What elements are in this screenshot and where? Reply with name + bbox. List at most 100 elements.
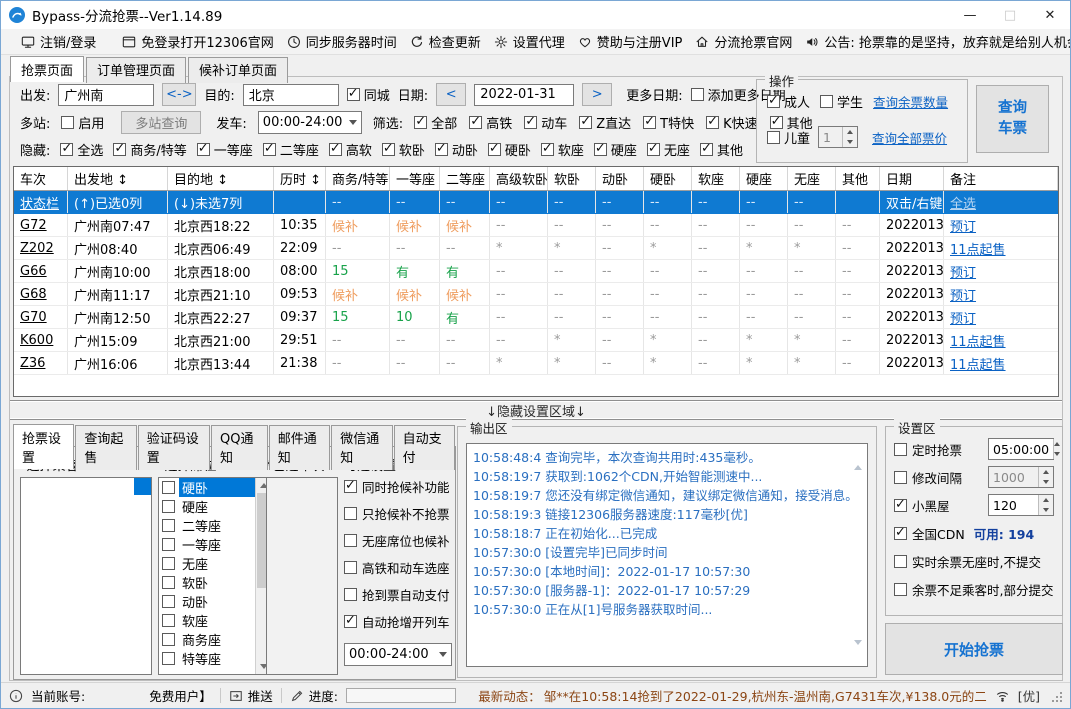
- toolbar-item-open-12306[interactable]: 免登录打开12306官网: [122, 32, 274, 51]
- column-header[interactable]: 出发地 ↕: [68, 167, 168, 190]
- spinner-arrows-icon[interactable]: [842, 127, 858, 147]
- setting-checkbox-3[interactable]: [894, 525, 907, 540]
- hide-5[interactable]: 软卧: [381, 140, 425, 159]
- student-checkbox[interactable]: [820, 95, 834, 108]
- seat-listbox[interactable]: 硬卧 硬座 二等座 一等座 无座 软卧 动卧 软座 商务座 特等座: [158, 477, 272, 675]
- toolbar-item-logout-login[interactable]: 注销/登录: [21, 32, 96, 51]
- seat-option[interactable]: 硬座: [159, 497, 255, 516]
- depart-input[interactable]: 广州南: [58, 83, 155, 106]
- option-checkbox-0[interactable]: [344, 478, 357, 493]
- query-remaining-link[interactable]: 查询余票数量: [873, 92, 948, 111]
- date-input[interactable]: 2022-01-31: [474, 83, 575, 106]
- grab-option[interactable]: 只抢候补不抢票: [344, 500, 454, 527]
- option-checkbox-1[interactable]: [344, 507, 357, 520]
- table-row[interactable]: G72 广州南07:47 北京西18:22 10:35 候补 候补 候补 -- -- -- -- --…: [14, 214, 1058, 237]
- spinner-arrows-icon[interactable]: [1038, 495, 1053, 515]
- seat-checkbox-2[interactable]: [162, 519, 175, 532]
- seat-option[interactable]: 软座: [159, 611, 255, 630]
- column-header[interactable]: 软座: [692, 167, 740, 190]
- seat-checkbox-3[interactable]: [162, 538, 175, 551]
- hide-8-checkbox[interactable]: [540, 141, 554, 156]
- setting-row[interactable]: 小黑屋120: [886, 491, 1062, 519]
- dest-input[interactable]: 北京: [242, 83, 339, 106]
- seat-checkbox-5[interactable]: [162, 576, 175, 589]
- hide-4-checkbox[interactable]: [328, 141, 342, 156]
- table-cell[interactable]: Z202: [14, 237, 68, 259]
- settings-tab[interactable]: 邮件通知: [268, 425, 331, 470]
- hide-3[interactable]: 二等座: [262, 140, 319, 159]
- table-cell[interactable]: Z36: [14, 352, 68, 374]
- column-header[interactable]: 备注: [944, 167, 1058, 190]
- scroll-down-icon[interactable]: [854, 640, 862, 660]
- filter-5[interactable]: K快速: [706, 113, 758, 132]
- table-cell[interactable]: 预订: [944, 260, 1058, 282]
- multi-enable-row[interactable]: 启用: [61, 113, 104, 132]
- table-row[interactable]: G66 广州南10:00 北京西18:00 08:00 15 有有 -- -- -- -- -- --…: [14, 260, 1058, 283]
- seat-checkbox-9[interactable]: [162, 652, 175, 665]
- hide-9[interactable]: 硬座: [593, 140, 637, 159]
- next-date-button[interactable]: >: [582, 83, 613, 106]
- child-row[interactable]: 儿童: [767, 128, 810, 147]
- hide-0-checkbox[interactable]: [60, 141, 74, 156]
- setting-value-stepper[interactable]: 1000: [988, 466, 1054, 488]
- grab-option[interactable]: 同时抢候补功能: [344, 473, 454, 500]
- hide-2[interactable]: 一等座: [196, 140, 253, 159]
- toolbar-item-check-update[interactable]: 检查更新: [410, 32, 481, 51]
- option-checkbox-4[interactable]: [344, 588, 357, 601]
- toolbar-item-sync-server-time[interactable]: 同步服务器时间: [287, 32, 397, 51]
- filter-2[interactable]: 动车: [524, 113, 567, 132]
- setting-value-stepper[interactable]: 120: [988, 494, 1054, 516]
- hide-6-checkbox[interactable]: [434, 141, 448, 156]
- seat-option[interactable]: 一等座: [159, 535, 255, 554]
- seat-option[interactable]: 硬卧: [159, 478, 255, 497]
- setting-row[interactable]: 全国CDN可用: 194: [886, 519, 1062, 547]
- settings-tab[interactable]: 查询起售: [75, 425, 137, 470]
- table-cell[interactable]: 预订: [944, 283, 1058, 305]
- resize-grip[interactable]: [1050, 690, 1062, 702]
- table-row[interactable]: Z36 广州16:06 北京西13:44 21:38 -- -- -- * * -- * -- * * --…: [14, 352, 1058, 375]
- hide-settings-collapse-bar[interactable]: ↓隐藏设置区域↓: [10, 400, 1062, 420]
- table-cell[interactable]: 11点起售: [944, 329, 1058, 351]
- settings-tab[interactable]: 抢票设置: [13, 424, 75, 469]
- table-cell[interactable]: 全选: [944, 191, 1058, 213]
- column-header[interactable]: 动卧: [596, 167, 644, 190]
- column-header[interactable]: 硬卧: [644, 167, 692, 190]
- option-checkbox-3[interactable]: [344, 561, 357, 574]
- start-grab-button[interactable]: 开始抢票: [885, 623, 1063, 675]
- setting-row[interactable]: 修改间隔 1000: [886, 463, 1062, 491]
- setting-row[interactable]: 余票不足乘客时,部分提交: [886, 575, 1062, 603]
- toolbar-item-official-site[interactable]: 分流抢票官网: [695, 32, 792, 51]
- column-header[interactable]: 商务/特等: [326, 167, 390, 190]
- toolbar-item-sponsor-vip[interactable]: 赞助与注册VIP: [578, 32, 682, 51]
- table-cell[interactable]: 预订: [944, 214, 1058, 236]
- setting-checkbox-0[interactable]: [894, 442, 907, 456]
- seat-checkbox-1[interactable]: [162, 500, 175, 513]
- hide-7-checkbox[interactable]: [487, 141, 501, 156]
- hide-11-checkbox[interactable]: [699, 141, 713, 156]
- hide-4[interactable]: 高软: [328, 140, 372, 159]
- seat-option[interactable]: 软卧: [159, 573, 255, 592]
- grab-option[interactable]: 抢到票自动支付: [344, 581, 454, 608]
- settings-tab[interactable]: 自动支付: [393, 425, 455, 470]
- table-cell[interactable]: 状态栏: [14, 191, 68, 213]
- setting-value-stepper[interactable]: 05:00:00: [988, 438, 1061, 460]
- table-row[interactable]: 状态栏 (↑)已选0列 (↓)未选7列 -- -- -- -- -- -- -- -- -- -- 双击/…: [14, 191, 1058, 214]
- settings-tab[interactable]: QQ通知: [211, 425, 268, 470]
- table-cell[interactable]: 11点起售: [944, 237, 1058, 259]
- grab-time-range-select[interactable]: 00:00-24:00: [344, 643, 452, 666]
- table-cell[interactable]: G72: [14, 214, 68, 236]
- hide-6[interactable]: 动卧: [434, 140, 478, 159]
- student-row[interactable]: 学生: [820, 92, 863, 111]
- filter-0-checkbox[interactable]: [414, 114, 428, 129]
- same-city-checkbox-row[interactable]: 同城: [346, 85, 390, 104]
- seat-option[interactable]: 无座: [159, 554, 255, 573]
- grab-option[interactable]: 自动抢增开列车: [344, 608, 454, 635]
- column-header[interactable]: 目的地 ↕: [168, 167, 274, 190]
- column-header[interactable]: 车次: [14, 167, 68, 190]
- toolbar-item-set-proxy[interactable]: 设置代理: [494, 32, 565, 51]
- setting-checkbox-5[interactable]: [894, 582, 907, 596]
- hide-1-checkbox[interactable]: [113, 141, 127, 156]
- seat-option[interactable]: 特等座: [159, 649, 255, 668]
- push-button[interactable]: 推送: [229, 686, 273, 705]
- seat-checkbox-0[interactable]: [162, 481, 175, 494]
